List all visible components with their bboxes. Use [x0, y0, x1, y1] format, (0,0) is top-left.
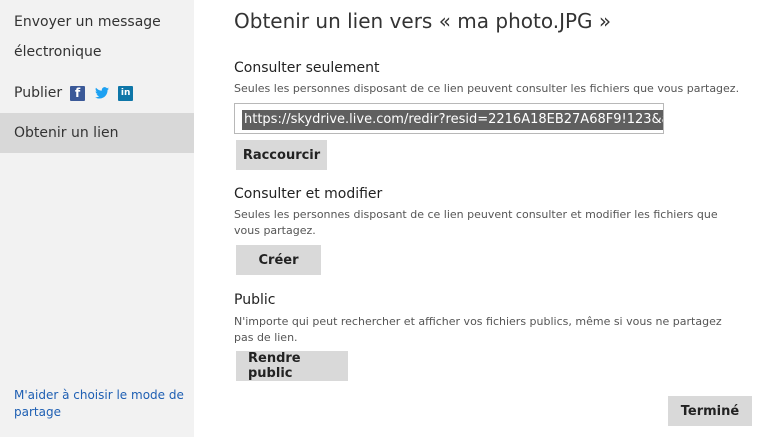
shorten-button[interactable]: Raccourcir: [236, 140, 327, 170]
send-email-label-line2: électronique: [14, 44, 102, 60]
linkedin-icon[interactable]: in: [118, 85, 134, 101]
public-description: N'importe qui peut rechercher et affiche…: [234, 315, 722, 344]
view-only-description: Seules les personnes disposant de ce lie…: [234, 82, 740, 95]
twitter-icon[interactable]: [94, 86, 109, 101]
page-title: Obtenir un lien vers « ma photo.JPG »: [234, 9, 612, 33]
send-email-item[interactable]: Envoyer un message électronique: [14, 7, 161, 67]
view-only-title: Consulter seulement: [234, 60, 380, 76]
send-email-label-line1: Envoyer un message: [14, 14, 161, 30]
get-link-item[interactable]: Obtenir un lien: [0, 113, 194, 153]
publish-item: Publier f in: [14, 78, 142, 108]
view-edit-title: Consulter et modifier: [234, 186, 383, 202]
done-button[interactable]: Terminé: [668, 396, 752, 426]
view-edit-description: Seules les personnes disposant de ce lie…: [234, 208, 718, 237]
facebook-icon[interactable]: f: [70, 85, 86, 101]
get-link-label: Obtenir un lien: [14, 125, 119, 141]
publish-label: Publier: [14, 85, 63, 101]
share-link-field[interactable]: https://skydrive.live.com/redir?resid=22…: [234, 103, 664, 134]
sidebar: Envoyer un message électronique Publier …: [0, 0, 194, 437]
create-button[interactable]: Créer: [236, 245, 321, 275]
help-choose-sharing-link[interactable]: M'aider à choisir le mode de partage: [14, 387, 184, 421]
public-title: Public: [234, 292, 276, 308]
share-link-value: https://skydrive.live.com/redir?resid=22…: [242, 110, 663, 130]
make-public-button[interactable]: Rendre public: [236, 351, 348, 381]
